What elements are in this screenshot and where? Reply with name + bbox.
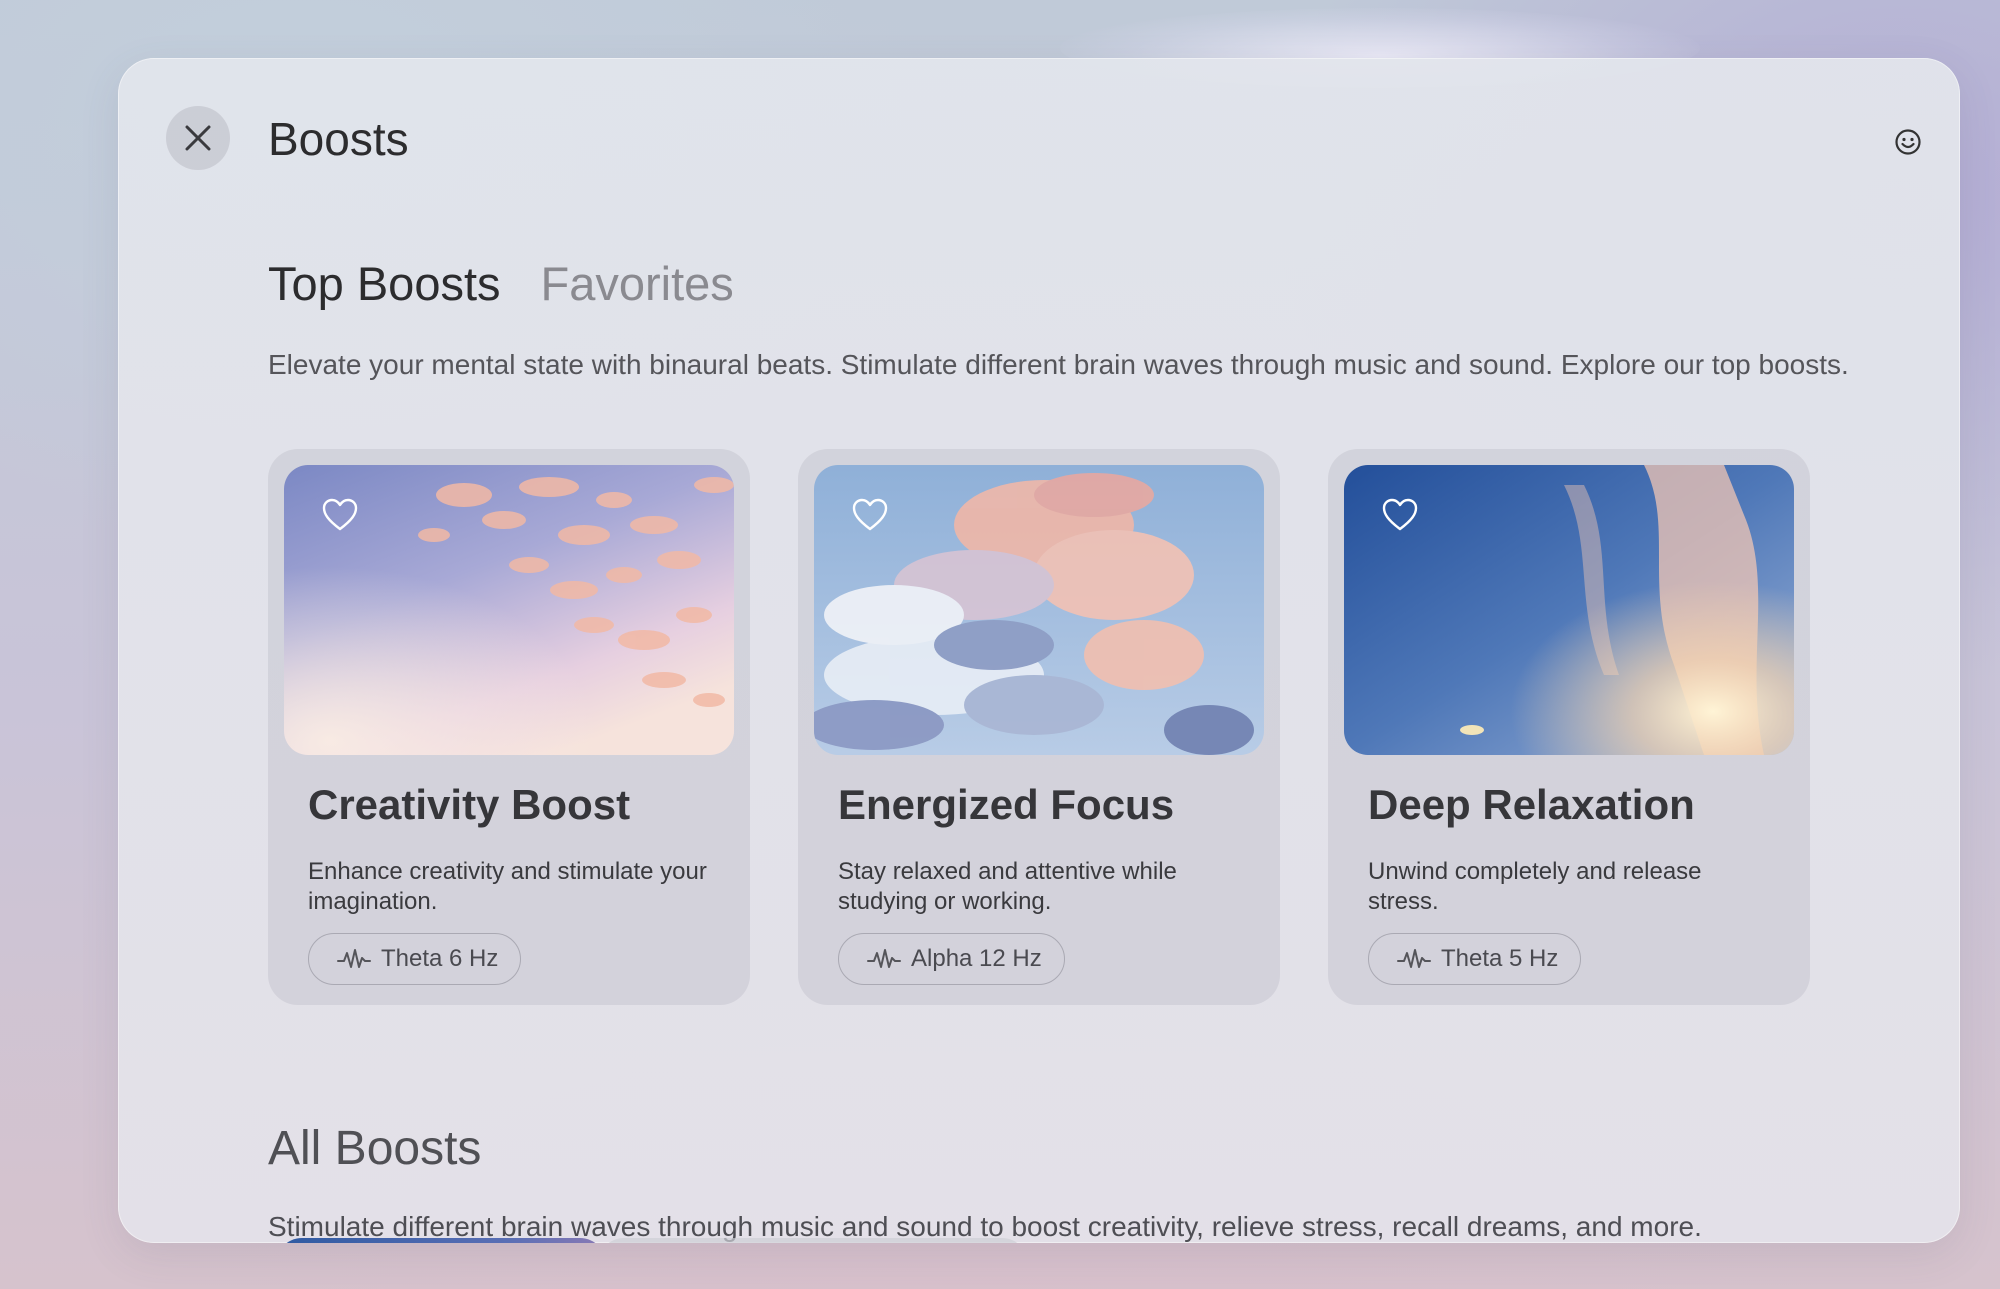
frequency-badge[interactable]: Alpha 12 Hz: [838, 933, 1065, 985]
favorite-button[interactable]: [320, 495, 360, 535]
close-icon: [185, 125, 211, 151]
frequency-badge[interactable]: Theta 6 Hz: [308, 933, 522, 985]
boost-title: Deep Relaxation: [1368, 781, 1695, 828]
frequency-badge[interactable]: Theta 5 Hz: [1368, 933, 1582, 985]
frequency-label: Alpha 12 Hz: [911, 945, 1042, 972]
boost-card-energized-focus[interactable]: Energized Focus Stay relaxed and attenti…: [798, 449, 1280, 1005]
heart-outline-icon: [322, 498, 358, 531]
boost-card-peek[interactable]: [276, 1238, 606, 1243]
boosts-window: Boosts Top Boosts Favorites Elevate your…: [118, 58, 1960, 1243]
intro-text: Elevate your mental state with binaural …: [268, 349, 1849, 380]
boost-image: [1344, 465, 1794, 755]
boost-description: Unwind completely and release stress.: [1368, 858, 1702, 915]
boost-image: [284, 465, 734, 755]
emoji-button[interactable]: [1892, 126, 1924, 158]
boost-image: [814, 465, 1264, 755]
smiley-icon: [1895, 129, 1921, 155]
favorite-button[interactable]: [850, 495, 890, 535]
boost-card-deep-relaxation[interactable]: Deep Relaxation Unwind completely and re…: [1328, 449, 1810, 1005]
page-title: Boosts: [268, 113, 409, 165]
tab-top-boosts[interactable]: Top Boosts: [268, 256, 501, 312]
boost-card-peek[interactable]: [598, 1238, 1028, 1243]
favorite-button[interactable]: [1380, 495, 1420, 535]
frequency-label: Theta 5 Hz: [1441, 945, 1559, 972]
all-boosts-heading: All Boosts: [268, 1122, 482, 1175]
waveform-icon: [337, 949, 371, 968]
close-button[interactable]: [166, 106, 230, 170]
heart-outline-icon: [852, 498, 888, 531]
heart-outline-icon: [1382, 498, 1418, 531]
boost-description: Stay relaxed and attentive while studyin…: [838, 858, 1177, 915]
boost-description: Enhance creativity and stimulate your im…: [308, 858, 707, 915]
all-boosts-list: [268, 1234, 1168, 1243]
boost-title: Energized Focus: [838, 781, 1175, 828]
frequency-label: Theta 6 Hz: [381, 945, 499, 972]
boost-card-creativity[interactable]: Creativity Boost Enhance creativity and …: [268, 449, 750, 1005]
waveform-icon: [1397, 949, 1431, 968]
waveform-icon: [867, 949, 901, 968]
boost-title: Creativity Boost: [308, 781, 631, 828]
tab-bar: Top Boosts Favorites: [268, 256, 734, 312]
tab-favorites[interactable]: Favorites: [541, 256, 734, 312]
